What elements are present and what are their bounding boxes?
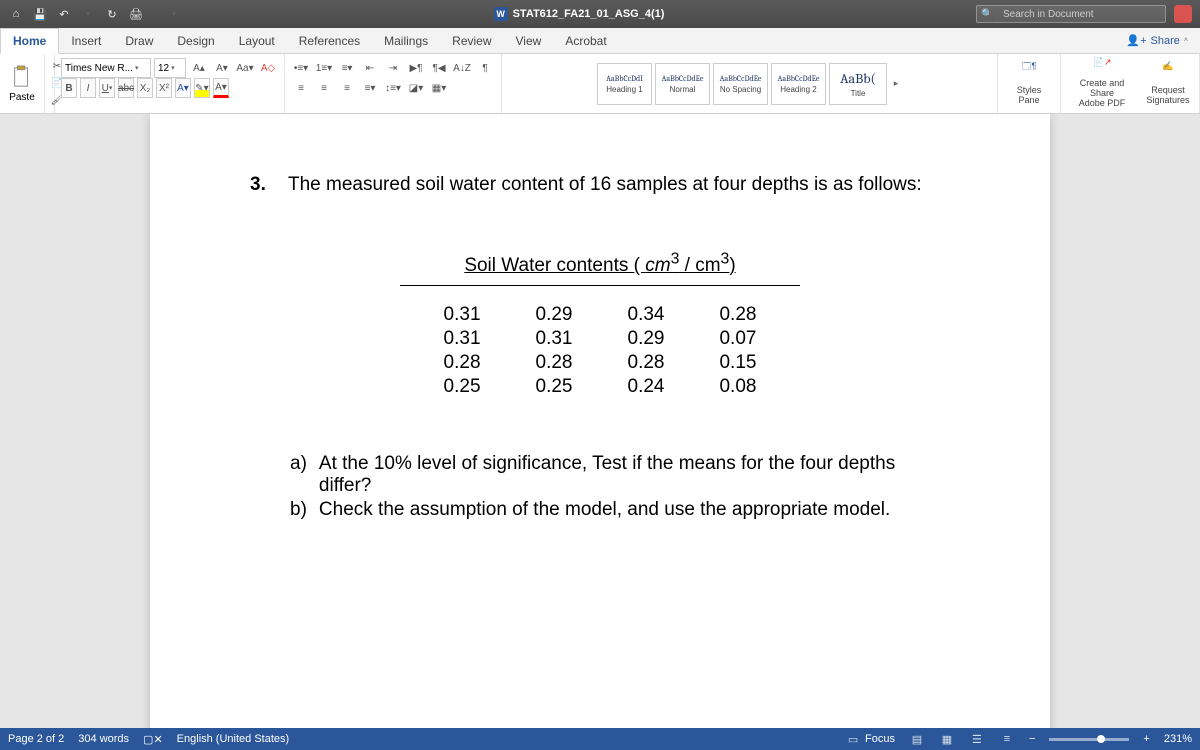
italic-button[interactable]: I (80, 78, 96, 98)
tab-review[interactable]: Review (440, 28, 503, 53)
ltr-icon[interactable]: ▶¶ (406, 58, 426, 78)
highlight-button[interactable]: ✎▾ (194, 78, 210, 98)
search-placeholder: Search in Document (1003, 9, 1094, 20)
increase-indent-icon[interactable]: ⇥ (383, 58, 403, 78)
question-number: 3. (250, 174, 270, 196)
tab-insert[interactable]: Insert (59, 28, 113, 53)
redo-icon[interactable]: ↻ (104, 6, 120, 22)
bold-button[interactable]: B (61, 78, 77, 98)
document-canvas[interactable]: 3. The measured soil water content of 16… (0, 114, 1200, 728)
create-share-pdf-button[interactable]: 📄↗ Create and Share Adobe PDF (1067, 58, 1137, 109)
qat-customize[interactable]: ▾ (166, 6, 182, 22)
tab-draw[interactable]: Draw (113, 28, 165, 53)
document-title: STAT612_FA21_01_ASG_4(1) (513, 8, 665, 20)
underline-button[interactable]: U▾ (99, 78, 115, 98)
styles-more[interactable]: ▸ (890, 78, 902, 89)
change-case-icon[interactable]: Aa▾ (235, 58, 255, 78)
share-button[interactable]: 👤+ Share ˄ (1114, 28, 1200, 53)
numbering-icon[interactable]: 1≡▾ (314, 58, 334, 78)
web-layout-view-icon[interactable]: ▦ (939, 732, 955, 746)
bullets-icon[interactable]: •≡▾ (291, 58, 311, 78)
tab-home[interactable]: Home (0, 28, 59, 54)
zoom-slider[interactable] (1049, 738, 1129, 741)
statusbar: Page 2 of 2 304 words ▢✕ English (United… (0, 728, 1200, 750)
paste-button[interactable]: Paste (6, 64, 38, 104)
shrink-font-icon[interactable]: A▾ (212, 58, 232, 78)
word-app-icon: W (494, 7, 508, 21)
styles-gallery: AaBbCcDdIHeading 1 AaBbCcDdEeNormal AaBb… (597, 63, 902, 105)
page[interactable]: 3. The measured soil water content of 16… (150, 114, 1050, 728)
question-text: The measured soil water content of 16 sa… (288, 174, 950, 196)
zoom-out-button[interactable]: − (1029, 733, 1035, 745)
home-icon[interactable]: ⌂ (8, 6, 24, 22)
tab-references[interactable]: References (287, 28, 372, 53)
ribbon: Paste ✂ 📄 🖌 Times New R...▾ 12▾ A▴ A▾ Aa… (0, 54, 1200, 114)
tab-design[interactable]: Design (165, 28, 226, 53)
strikethrough-button[interactable]: abc (118, 78, 134, 98)
question-parts: a)At the 10% level of significance, Test… (250, 453, 950, 521)
font-color-button[interactable]: A▾ (213, 78, 229, 98)
search-input[interactable]: 🔍▾ Search in Document (976, 5, 1166, 23)
line-spacing-icon[interactable]: ↕≡▾ (383, 78, 403, 98)
language-indicator[interactable]: English (United States) (177, 733, 290, 745)
tab-layout[interactable]: Layout (227, 28, 287, 53)
word-count[interactable]: 304 words (78, 733, 129, 745)
print-icon[interactable]: 🖨 (128, 6, 144, 22)
font-size-select[interactable]: 12▾ (154, 58, 186, 78)
clear-format-icon[interactable]: A◇ (258, 58, 278, 78)
zoom-level[interactable]: 231% (1164, 733, 1192, 745)
shading-icon[interactable]: ◪▾ (406, 78, 426, 98)
save-icon[interactable]: 💾 (32, 6, 48, 22)
table-title: Soil Water contents ( cm3 / cm3) (250, 251, 950, 277)
sort-icon[interactable]: A↓Z (452, 58, 472, 78)
font-name-select[interactable]: Times New R...▾ (61, 58, 151, 78)
spellcheck-icon[interactable]: ▢✕ (143, 733, 163, 746)
show-marks-icon[interactable]: ¶ (475, 58, 495, 78)
superscript-button[interactable]: X² (156, 78, 172, 98)
request-signatures-button[interactable]: ✍ Request Signatures (1143, 58, 1193, 109)
search-icon: 🔍 (981, 9, 993, 20)
style-nospacing[interactable]: AaBbCcDdEeNo Spacing (713, 63, 768, 105)
titlebar: ⌂ 💾 ↶ ▾ ↻ 🖨 ▾ W STAT612_FA21_01_ASG_4(1)… (0, 0, 1200, 28)
share-icon: 👤+ (1126, 34, 1146, 47)
tab-mailings[interactable]: Mailings (372, 28, 440, 53)
chevron-up-icon: ˄ (1184, 37, 1188, 44)
table-rule (400, 285, 800, 286)
data-table: 0.310.310.280.25 0.290.310.280.25 0.340.… (250, 304, 950, 398)
outline-view-icon[interactable]: ☰ (969, 732, 985, 746)
style-heading1[interactable]: AaBbCcDdIHeading 1 (597, 63, 652, 105)
text-effects-button[interactable]: A▾ (175, 78, 191, 98)
grow-font-icon[interactable]: A▴ (189, 58, 209, 78)
styles-pane-button[interactable]: 🗔¶ Styles Pane (1004, 58, 1054, 109)
align-right-icon[interactable]: ≡ (337, 78, 357, 98)
page-indicator[interactable]: Page 2 of 2 (8, 733, 64, 745)
subscript-button[interactable]: X₂ (137, 78, 153, 98)
justify-icon[interactable]: ≡▾ (360, 78, 380, 98)
align-left-icon[interactable]: ≡ (291, 78, 311, 98)
print-layout-view-icon[interactable]: ▤ (909, 732, 925, 746)
undo-dropdown[interactable]: ▾ (80, 6, 96, 22)
align-center-icon[interactable]: ≡ (314, 78, 334, 98)
tab-acrobat[interactable]: Acrobat (553, 28, 618, 53)
decrease-indent-icon[interactable]: ⇤ (360, 58, 380, 78)
style-heading2[interactable]: AaBbCcDdEeHeading 2 (771, 63, 826, 105)
multilevel-icon[interactable]: ≡▾ (337, 58, 357, 78)
style-normal[interactable]: AaBbCcDdEeNormal (655, 63, 710, 105)
draft-view-icon[interactable]: ≡ (999, 732, 1015, 746)
focus-mode-button[interactable]: ▭Focus (845, 732, 895, 746)
user-avatar[interactable] (1174, 5, 1192, 23)
tab-view[interactable]: View (504, 28, 554, 53)
style-title[interactable]: AaBb(Title (829, 63, 887, 105)
rtl-icon[interactable]: ¶◀ (429, 58, 449, 78)
undo-icon[interactable]: ↶ (56, 6, 72, 22)
borders-icon[interactable]: ▦▾ (429, 78, 449, 98)
zoom-in-button[interactable]: + (1143, 733, 1149, 745)
ribbon-tabs: Home Insert Draw Design Layout Reference… (0, 28, 1200, 54)
